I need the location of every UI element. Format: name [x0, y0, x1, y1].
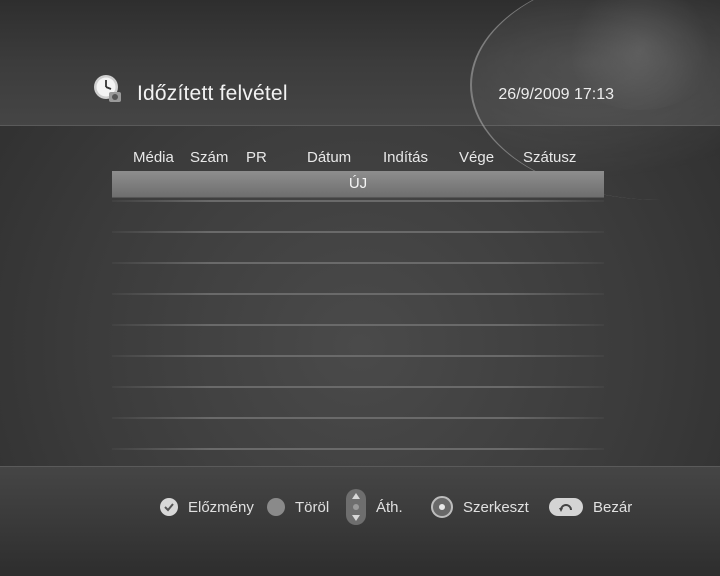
legend-close-label: Bezár [593, 498, 633, 516]
button-legend: Előzmény Töröl Áth. Szerkeszt Bezár [0, 489, 720, 525]
table-row[interactable] [112, 293, 604, 295]
legend-close[interactable]: Bezár [549, 494, 632, 520]
legend-move[interactable]: Áth. [346, 489, 403, 525]
table-row[interactable] [112, 231, 604, 233]
legend-edit-label: Szerkeszt [463, 498, 529, 516]
table-row[interactable] [112, 200, 604, 202]
legend-delete[interactable]: Töröl [267, 494, 329, 520]
column-pr: PR [246, 149, 267, 166]
legend-move-label: Áth. [376, 498, 403, 516]
column-datum: Dátum [307, 149, 352, 166]
return-icon [549, 498, 583, 516]
column-szam: Szám [190, 149, 229, 166]
enter-icon [431, 496, 453, 518]
new-recording-row[interactable]: ÚJ [112, 171, 604, 198]
table-row[interactable] [112, 448, 604, 450]
datetime-display: 26/9/2009 17:13 [498, 86, 614, 103]
table-row[interactable] [112, 417, 604, 419]
screen: Időzített felvétel 26/9/2009 17:13 Média… [0, 0, 720, 576]
page-title: Időzített felvétel [137, 82, 288, 105]
clock-icon [94, 75, 121, 102]
table-row[interactable] [112, 262, 604, 264]
legend-history-label: Előzmény [188, 498, 254, 516]
table-row[interactable] [112, 386, 604, 388]
new-recording-label: ÚJ [348, 175, 368, 192]
arrows-icon [346, 489, 366, 525]
column-statusz: Szátusz [523, 149, 577, 166]
legend-history[interactable]: Előzmény [160, 494, 254, 520]
header-band [0, 0, 720, 200]
column-vege: Vége [459, 149, 495, 166]
legend-edit[interactable]: Szerkeszt [431, 494, 529, 520]
column-media: Média [133, 149, 174, 166]
table-header: Média Szám PR Dátum Indítás Vége Szátusz [0, 149, 720, 171]
legend-delete-label: Töröl [295, 498, 330, 516]
gray-dot-icon [267, 498, 285, 516]
table-row[interactable] [112, 324, 604, 326]
column-inditas: Indítás [383, 149, 429, 166]
table-row[interactable] [112, 355, 604, 357]
check-icon [160, 498, 178, 516]
